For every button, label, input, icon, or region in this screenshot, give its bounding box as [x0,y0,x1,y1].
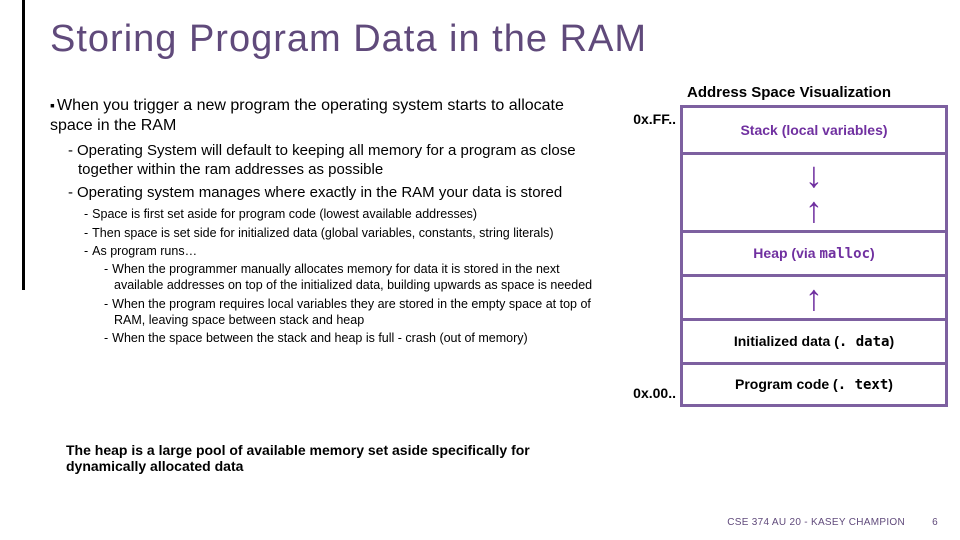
bullet-level3: -Space is first set aside for program co… [84,206,610,222]
lvl3-text: As program runs… [92,244,197,258]
course-label: CSE 374 AU 20 - KASEY CHAMPION [727,517,905,528]
address-labels: 0x.FF.. 0x.00.. [630,105,680,407]
bullet-level4: -When the programmer manually allocates … [104,261,610,294]
lvl4-text: When the program requires local variable… [112,297,591,327]
bullet-level3: -Then space is set side for initialized … [84,225,610,241]
stack-box: Stack (local variables) [683,108,945,152]
gap-box: ↑ [683,274,945,318]
content-block: When you trigger a new program the opera… [50,96,610,348]
arrow-up-icon: ↑ [805,192,823,228]
lvl2-text: Operating System will default to keeping… [77,142,576,178]
address-space-diagram: Address Space Visualization 0x.FF.. 0x.0… [630,84,948,407]
bullet-level1: When you trigger a new program the opera… [50,96,610,136]
arrow-down-icon: ↓ [805,157,823,193]
arrow-up-icon: ↑ [805,280,823,316]
lvl1-text: When you trigger a new program the opera… [50,97,564,134]
data-box: Initialized data (. data) [683,318,945,362]
code-label: Program code (. text) [735,376,893,393]
lvl2-text: Operating system manages where exactly i… [77,184,562,201]
bullet-level4: -When the space between the stack and he… [104,330,610,346]
lvl3-text: Space is first set aside for program cod… [92,207,477,221]
code-box: Program code (. text) [683,362,945,404]
bullet-level4: -When the program requires local variabl… [104,296,610,329]
heap-box: Heap (via malloc) [683,230,945,274]
heap-label: Heap (via malloc) [753,245,874,262]
lvl3-text: Then space is set side for initialized d… [92,226,553,240]
lvl4-text: When the programmer manually allocates m… [112,262,592,292]
lvl4-text: When the space between the stack and hea… [112,331,528,345]
left-rule [22,0,25,290]
bullet-level2: -Operating system manages where exactly … [68,184,610,203]
page-number: 6 [932,517,938,528]
top-address: 0x.FF.. [630,111,676,127]
diagram-body: 0x.FF.. 0x.00.. Stack (local variables) … [630,105,948,407]
gap-box: ↓ ↑ [683,152,945,230]
summary-text: The heap is a large pool of available me… [66,442,586,474]
diagram-title: Address Space Visualization [630,84,948,101]
slide-title: Storing Program Data in the RAM [50,18,647,61]
footer: CSE 374 AU 20 - KASEY CHAMPION 6 [727,517,938,528]
bullet-level2: -Operating System will default to keepin… [68,142,610,180]
data-label: Initialized data (. data) [734,333,894,350]
bottom-address: 0x.00.. [630,385,676,401]
memory-boxes: Stack (local variables) ↓ ↑ Heap (via ma… [680,105,948,407]
bullet-level3: -As program runs… [84,243,610,259]
